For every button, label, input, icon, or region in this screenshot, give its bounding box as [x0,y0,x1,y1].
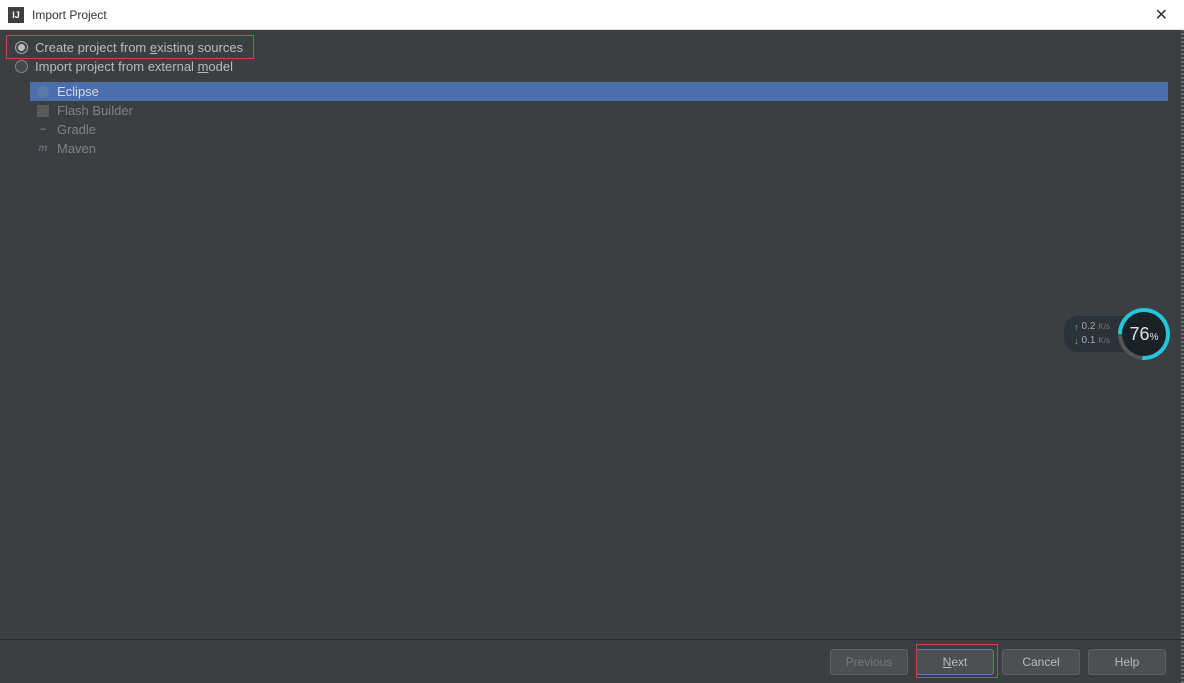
list-item-label: Maven [57,141,96,156]
flash-builder-icon [36,104,50,118]
close-icon[interactable]: ✕ [1147,5,1176,25]
dialog-body: Create project from existing sources Imp… [0,30,1184,683]
external-model-list: Eclipse Flash Builder ~ Gradle m Maven [30,82,1168,158]
list-item-label: Flash Builder [57,103,133,118]
radio-icon [15,41,28,54]
gradle-icon: ~ [36,123,50,137]
arrow-up-icon: ↑ [1074,320,1079,334]
radio-create-from-existing[interactable]: Create project from existing sources [15,38,1169,57]
window-title: Import Project [32,8,1147,22]
list-item-maven[interactable]: m Maven [30,139,1168,158]
maven-icon: m [36,142,50,156]
gauge-value: 76% [1130,324,1159,345]
app-icon: IJ [8,7,24,23]
eclipse-icon [36,85,50,99]
wizard-button-bar: Previous Next Cancel Help [0,639,1184,683]
list-item-eclipse[interactable]: Eclipse [30,82,1168,101]
import-mode-radio-group: Create project from existing sources Imp… [0,38,1184,76]
download-speed: ↓ 0.1K/s [1074,334,1110,348]
upload-speed: ↑ 0.2K/s [1074,320,1110,334]
cancel-button[interactable]: Cancel [1002,649,1080,675]
network-monitor-widget: ↑ 0.2K/s ↓ 0.1K/s 76% [1064,308,1170,360]
radio-icon [15,60,28,73]
radio-label-existing: Create project from existing sources [35,40,243,55]
list-item-label: Gradle [57,122,96,137]
list-item-label: Eclipse [57,84,99,99]
radio-label-external: Import project from external model [35,59,233,74]
titlebar: IJ Import Project ✕ [0,0,1184,30]
list-item-gradle[interactable]: ~ Gradle [30,120,1168,139]
arrow-down-icon: ↓ [1074,334,1079,348]
next-button[interactable]: Next [916,649,994,675]
previous-button[interactable]: Previous [830,649,908,675]
usage-gauge: 76% [1118,308,1170,360]
list-item-flash-builder[interactable]: Flash Builder [30,101,1168,120]
help-button[interactable]: Help [1088,649,1166,675]
radio-import-external-model[interactable]: Import project from external model [15,57,1169,76]
